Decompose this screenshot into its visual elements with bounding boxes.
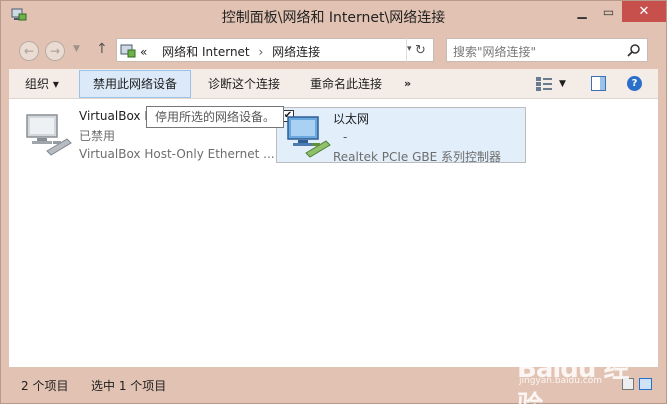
explorer-window: 控制面板\网络和 Internet\网络连接 ▁ ▭ ✕ ← → ▼ ↑ « 网…: [0, 0, 667, 404]
breadcrumb-network-connections[interactable]: 网络连接: [272, 45, 320, 59]
maximize-button[interactable]: ▭: [595, 1, 622, 22]
rename-connection-button[interactable]: 重命名此连接: [310, 69, 382, 99]
breadcrumb: « 网络和 Internet › 网络连接: [140, 43, 320, 60]
window-title: 控制面板\网络和 Internet\网络连接: [221, 10, 446, 26]
network-adapter-icon: [287, 116, 331, 158]
large-icons-view-icon[interactable]: [639, 378, 652, 390]
diagnose-connection-button[interactable]: 诊断这个连接: [208, 69, 280, 99]
chevron-right-icon[interactable]: ›: [258, 45, 263, 59]
connection-device: Realtek PCIe GBE 系列控制器: [333, 150, 502, 164]
watermark: Baidu 经验 jingyan.baidu.com: [509, 348, 639, 404]
recent-locations-button[interactable]: ▼: [73, 44, 80, 54]
organize-button[interactable]: 组织 ▾: [25, 69, 59, 99]
search-icon[interactable]: [627, 43, 641, 57]
tooltip: 停用所选的网络设备。: [146, 106, 285, 128]
network-adapter-disabled-icon: [26, 114, 72, 156]
preview-pane-icon[interactable]: [591, 76, 606, 91]
breadcrumb-network-internet[interactable]: 网络和 Internet: [162, 45, 249, 59]
breadcrumb-overflow[interactable]: «: [140, 45, 147, 59]
connection-item-ethernet[interactable]: ✔ 以太网 - Realtek PCIe GBE 系列控制器: [276, 107, 526, 164]
search-box[interactable]: 搜索"网络连接": [446, 38, 648, 62]
connection-name: VirtualBox H: [79, 109, 154, 123]
title-bar: 控制面板\网络和 Internet\网络连接 ▁ ▭ ✕: [1, 1, 666, 31]
connection-status: 已禁用: [79, 129, 116, 143]
navigation-bar: ← → ▼ ↑ « 网络和 Internet › 网络连接 ▾ ↻ 搜索"网络连…: [1, 31, 666, 69]
view-dropdown-button[interactable]: ▼: [559, 69, 566, 99]
selection-count: 选中 1 个项目: [91, 379, 167, 393]
refresh-button[interactable]: ↻: [406, 38, 434, 62]
connection-device: VirtualBox Host-Only Ethernet ...: [79, 147, 275, 161]
forward-button[interactable]: →: [45, 41, 65, 61]
watermark-url: jingyan.baidu.com: [519, 376, 603, 386]
address-bar[interactable]: « 网络和 Internet › 网络连接: [116, 38, 434, 62]
minimize-button[interactable]: ▁: [569, 1, 595, 22]
up-button[interactable]: ↑: [96, 41, 108, 57]
connection-name: 以太网: [333, 112, 370, 126]
connection-status: -: [343, 130, 348, 144]
command-bar: 组织 ▾ 禁用此网络设备 诊断这个连接 重命名此连接 » ▼ ?: [9, 69, 658, 99]
item-count: 2 个项目: [21, 379, 69, 393]
disable-device-button[interactable]: 禁用此网络设备: [79, 70, 192, 98]
back-button[interactable]: ←: [19, 41, 39, 61]
more-commands-button[interactable]: »: [404, 69, 411, 99]
close-button[interactable]: ✕: [622, 1, 666, 22]
change-view-icon[interactable]: [536, 77, 552, 91]
search-input[interactable]: 搜索"网络连接": [453, 43, 536, 60]
control-panel-icon: [120, 44, 136, 58]
file-list: VirtualBox H 已禁用 VirtualBox Host-Only Et…: [9, 99, 658, 367]
help-icon[interactable]: ?: [627, 76, 642, 91]
